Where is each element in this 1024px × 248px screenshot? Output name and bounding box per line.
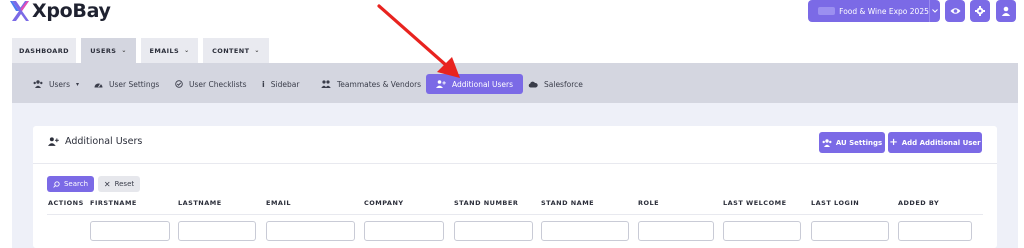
subnav-label: User Checklists	[189, 79, 247, 89]
brand-logo[interactable]: XpoBay	[10, 0, 111, 22]
subnav-label: User Settings	[109, 79, 160, 89]
brand-name: XpoBay	[32, 0, 111, 22]
filter-last-welcome-input[interactable]	[723, 221, 801, 241]
subnav-item-additional-users[interactable]: Additional Users	[426, 74, 524, 94]
column-header-stand-number[interactable]: STAND NUMBER	[454, 199, 518, 207]
user-plus-icon	[48, 137, 59, 146]
main-tabs: DASHBOARD USERS ⌄ EMAILS ⌄ CONTENT ⌄	[12, 38, 269, 63]
account-button[interactable]	[996, 0, 1016, 22]
eye-icon	[950, 8, 960, 14]
subnav-label: Sidebar	[270, 79, 300, 89]
subnav-item-salesforce[interactable]: Salesforce	[528, 74, 583, 94]
column-header-company[interactable]: COMPANY	[364, 199, 404, 207]
team-icon	[321, 80, 331, 88]
column-header-firstname[interactable]: FIRSTNAME	[90, 199, 137, 207]
column-header-stand-name[interactable]: STAND NAME	[541, 199, 594, 207]
filter-last-login-input[interactable]	[811, 221, 889, 241]
column-header-email[interactable]: EMAIL	[266, 199, 291, 207]
filter-role-input[interactable]	[638, 221, 714, 241]
dashboard-gauge-icon	[94, 83, 103, 87]
au-settings-button[interactable]: AU Settings	[819, 132, 885, 153]
subnav-item-teammates-vendors[interactable]: Teammates & Vendors	[321, 74, 421, 94]
filter-added-by-input[interactable]	[898, 221, 972, 241]
gear-icon	[975, 6, 985, 16]
event-selector-redacted	[818, 7, 836, 15]
reset-label: Reset	[114, 180, 135, 188]
settings-button[interactable]	[970, 0, 990, 22]
tab-dashboard[interactable]: DASHBOARD	[12, 38, 76, 63]
chevron-down-icon: ⌄	[184, 47, 190, 54]
xpobay-logo-icon	[10, 1, 29, 21]
user-icon	[1001, 6, 1011, 16]
filter-email-input[interactable]	[266, 221, 355, 241]
column-header-lastname[interactable]: LASTNAME	[178, 199, 222, 207]
subnav-item-users[interactable]: Users ▾	[33, 74, 79, 94]
filter-firstname-input[interactable]	[90, 221, 170, 241]
event-selector[interactable]: Food & Wine Expo 2025	[808, 0, 940, 22]
close-icon: ✕	[103, 179, 111, 189]
card-title-text: Additional Users	[65, 136, 143, 147]
tab-label: EMAILS	[149, 46, 180, 55]
card-title: Additional Users	[48, 136, 142, 147]
event-selector-value: Food & Wine Expo 2025	[839, 6, 929, 16]
filter-lastname-input[interactable]	[178, 221, 256, 241]
column-header-added-by[interactable]: ADDED BY	[898, 199, 939, 207]
search-button[interactable]: Search	[47, 176, 94, 192]
check-circle-icon	[175, 80, 183, 88]
tab-label: CONTENT	[212, 46, 250, 55]
column-header-last-welcome[interactable]: LAST WELCOME	[723, 199, 787, 207]
search-icon	[53, 180, 60, 188]
column-header-role[interactable]: ROLE	[638, 199, 659, 207]
plus-icon: +	[889, 137, 898, 148]
search-label: Search	[63, 180, 89, 188]
chevron-down-icon: ⌄	[121, 47, 127, 54]
cloud-icon	[528, 81, 538, 87]
subnav-label: Users	[49, 79, 71, 89]
user-plus-icon	[436, 80, 446, 88]
tab-content[interactable]: CONTENT ⌄	[203, 38, 269, 63]
filter-company-input[interactable]	[364, 221, 444, 241]
tab-label: USERS	[90, 46, 117, 55]
column-header-actions: ACTIONS	[48, 199, 84, 207]
subnav-label: Additional Users	[452, 79, 514, 89]
additional-users-card: Additional Users AU Settings + Add Addit…	[33, 126, 997, 248]
subnav-label: Salesforce	[544, 79, 583, 89]
subnav-label: Teammates & Vendors	[337, 79, 422, 89]
card-divider	[33, 163, 997, 164]
au-settings-label: AU Settings	[835, 138, 883, 147]
chevron-down-icon[interactable]	[928, 0, 940, 22]
add-user-label: Add Additional User	[901, 138, 981, 147]
subnav-item-user-checklists[interactable]: User Checklists	[175, 74, 246, 94]
chevron-down-icon: ⌄	[254, 47, 260, 54]
filter-stand-number-input[interactable]	[454, 221, 533, 241]
users-icon	[822, 138, 832, 147]
tab-users[interactable]: USERS ⌄	[81, 38, 136, 63]
column-header-last-login[interactable]: LAST LOGIN	[811, 199, 859, 207]
reset-button[interactable]: ✕ Reset	[98, 176, 140, 192]
subnav-item-sidebar[interactable]: i Sidebar	[262, 74, 299, 94]
preview-button[interactable]	[945, 0, 965, 22]
filter-stand-name-input[interactable]	[541, 221, 629, 241]
chevron-down-icon: ▾	[76, 80, 80, 88]
page: XpoBay Food & Wine Expo 2025 DASHBOARD U…	[0, 0, 1024, 248]
tab-emails[interactable]: EMAILS ⌄	[141, 38, 198, 63]
header-divider	[47, 214, 983, 215]
users-icon	[33, 80, 43, 88]
users-subnav: Users ▾ User Settings User Checklists i …	[12, 63, 1018, 103]
add-additional-user-button[interactable]: + Add Additional User	[888, 132, 982, 153]
tab-label: DASHBOARD	[19, 46, 69, 55]
subnav-item-user-settings[interactable]: User Settings	[94, 74, 159, 94]
info-icon: i	[262, 79, 265, 89]
